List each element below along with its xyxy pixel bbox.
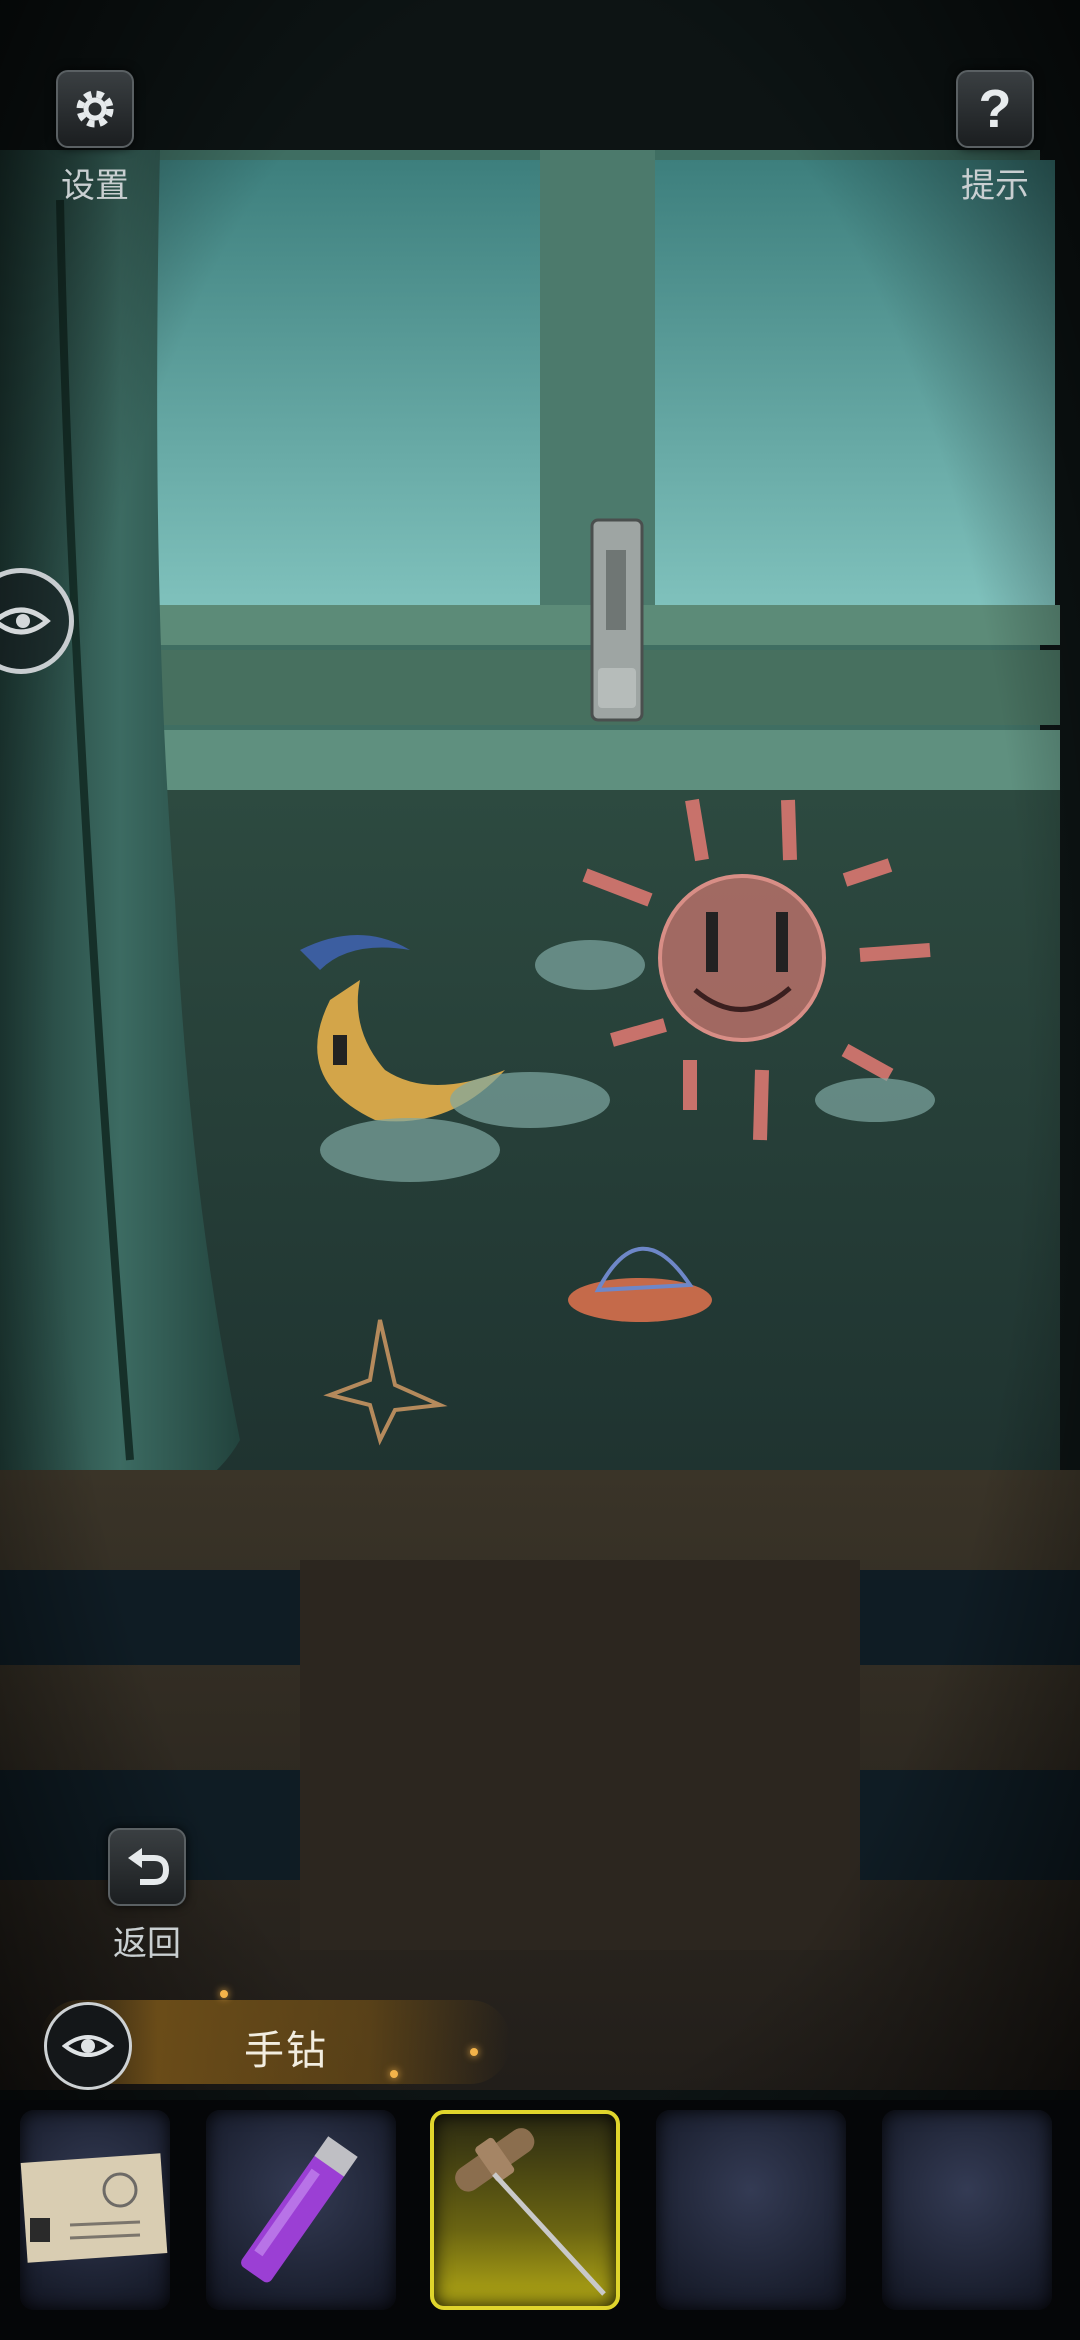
- game-scene: [0, 0, 1080, 2340]
- inventory-slot-hand-drill[interactable]: [430, 2110, 620, 2310]
- room-illustration: [0, 0, 1080, 2340]
- postcard-item-icon: [20, 2153, 168, 2263]
- hint-button[interactable]: ? 提示: [940, 70, 1050, 207]
- inspect-item-button[interactable]: [44, 2002, 132, 2090]
- inventory-slot-lighter[interactable]: [206, 2110, 396, 2310]
- settings-button[interactable]: 设置: [40, 70, 150, 207]
- inventory-slot-empty-2[interactable]: [882, 2110, 1052, 2310]
- undo-arrow-icon: [108, 1828, 186, 1906]
- eye-icon: [62, 2035, 114, 2057]
- inventory-bar: [0, 2100, 1080, 2340]
- back-button[interactable]: 返回: [92, 1828, 202, 1965]
- hand-drill-item-icon: [455, 2128, 606, 2296]
- question-mark-icon: ?: [956, 70, 1034, 148]
- gear-icon: [56, 70, 134, 148]
- lighter-item-icon: [241, 2136, 358, 2283]
- inventory-slot-empty-1[interactable]: [656, 2110, 846, 2310]
- settings-label: 设置: [61, 167, 129, 205]
- back-label: 返回: [113, 1925, 181, 1963]
- hint-label: 提示: [961, 167, 1029, 205]
- selected-item-name: 手钻: [244, 2029, 328, 2073]
- eye-icon: [0, 607, 51, 635]
- inventory-slot-postcard[interactable]: [20, 2110, 170, 2310]
